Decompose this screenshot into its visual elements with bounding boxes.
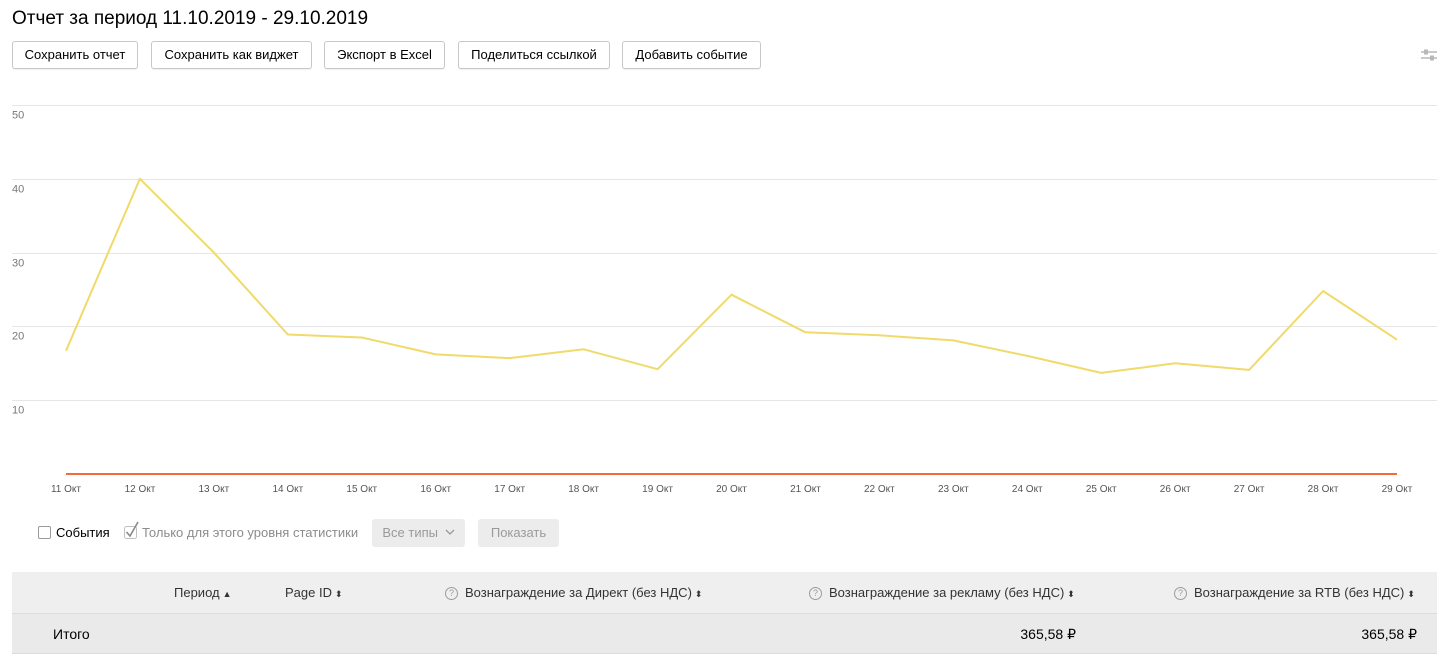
y-tick-label: 30: [12, 258, 24, 270]
sort-icon: ⬍: [334, 589, 343, 599]
x-tick-label: 27 Окт: [1234, 484, 1265, 495]
sort-asc-icon: ▲: [222, 589, 232, 599]
save-as-widget-button[interactable]: Сохранить как виджет: [151, 41, 312, 69]
x-tick-label: 19 Окт: [642, 484, 673, 495]
sliders-icon[interactable]: [1420, 47, 1438, 63]
help-icon[interactable]: ?: [445, 587, 458, 600]
column-rtb-reward[interactable]: ? Вознаграждение за RTB (без НДС) ⬍: [1174, 585, 1415, 600]
sort-icon: ⬍: [1067, 589, 1075, 599]
events-checkbox[interactable]: [38, 526, 51, 539]
x-tick-label: 13 Окт: [199, 484, 230, 495]
x-tick-label: 28 Окт: [1308, 484, 1339, 495]
save-report-button[interactable]: Сохранить отчет: [12, 41, 138, 69]
y-tick-label: 20: [12, 331, 24, 343]
page-title: Отчет за период 11.10.2019 - 29.10.2019: [12, 8, 369, 29]
x-tick-label: 29 Окт: [1382, 484, 1413, 495]
x-tick-label: 25 Окт: [1086, 484, 1117, 495]
x-tick-label: 20 Окт: [716, 484, 747, 495]
line-chart: 50 40 30 20 10 11 Окт 12 Окт 13 Окт 14 Окт 15 Ок…: [12, 105, 1437, 495]
column-ad-reward[interactable]: ? Вознаграждение за рекламу (без НДС) ⬍: [809, 585, 1075, 600]
x-tick-label: 24 Окт: [1012, 484, 1043, 495]
export-excel-button[interactable]: Экспорт в Excel: [324, 41, 445, 69]
y-tick-label: 40: [12, 184, 24, 196]
sort-icon: ⬍: [1407, 589, 1415, 599]
column-direct-reward[interactable]: ? Вознаграждение за Директ (без НДС) ⬍: [445, 585, 702, 600]
help-icon[interactable]: ?: [1174, 587, 1187, 600]
column-period[interactable]: Период ▲: [174, 585, 232, 600]
table-header: Период ▲ Page ID ⬍ ? Вознаграждение за Дире…: [12, 572, 1437, 614]
all-types-label: Все типы: [382, 525, 438, 540]
x-tick-label: 22 Окт: [864, 484, 895, 495]
events-label: События: [56, 525, 110, 540]
share-link-button[interactable]: Поделиться ссылкой: [458, 41, 610, 69]
show-button[interactable]: Показать: [478, 519, 559, 547]
total-ad-reward: 365,58 ₽: [1020, 626, 1076, 642]
x-tick-label: 17 Окт: [494, 484, 525, 495]
all-types-select[interactable]: Все типы: [372, 519, 465, 547]
x-tick-label: 26 Окт: [1160, 484, 1191, 495]
total-label: Итого: [53, 626, 90, 642]
series-line-0: [65, 177, 1398, 374]
total-row: Итого 365,58 ₽ 365,58 ₽: [12, 614, 1437, 654]
y-tick-label: 10: [12, 405, 24, 417]
x-tick-label: 11 Окт: [51, 484, 81, 495]
column-page-id[interactable]: Page ID ⬍: [285, 585, 343, 600]
x-tick-label: 14 Окт: [272, 484, 303, 495]
chevron-down-icon: [445, 529, 455, 535]
chart-controls: События Только для этого уровня статисти…: [38, 519, 598, 547]
help-icon[interactable]: ?: [809, 587, 822, 600]
x-tick-label: 18 Окт: [568, 484, 599, 495]
x-tick-label: 21 Окт: [790, 484, 821, 495]
only-level-label: Только для этого уровня статистики: [142, 525, 359, 540]
x-tick-label: 16 Окт: [420, 484, 451, 495]
total-rtb-reward: 365,58 ₽: [1361, 626, 1417, 642]
stats-table: Период ▲ Page ID ⬍ ? Вознаграждение за Дире…: [12, 572, 1437, 655]
x-tick-label: 12 Окт: [125, 484, 156, 495]
only-level-checkbox[interactable]: [124, 521, 140, 539]
y-tick-label: 50: [12, 110, 24, 122]
sort-icon: ⬍: [694, 589, 703, 599]
x-tick-label: 15 Окт: [346, 484, 377, 495]
add-event-button[interactable]: Добавить событие: [622, 41, 761, 69]
x-tick-label: 23 Окт: [938, 484, 969, 495]
